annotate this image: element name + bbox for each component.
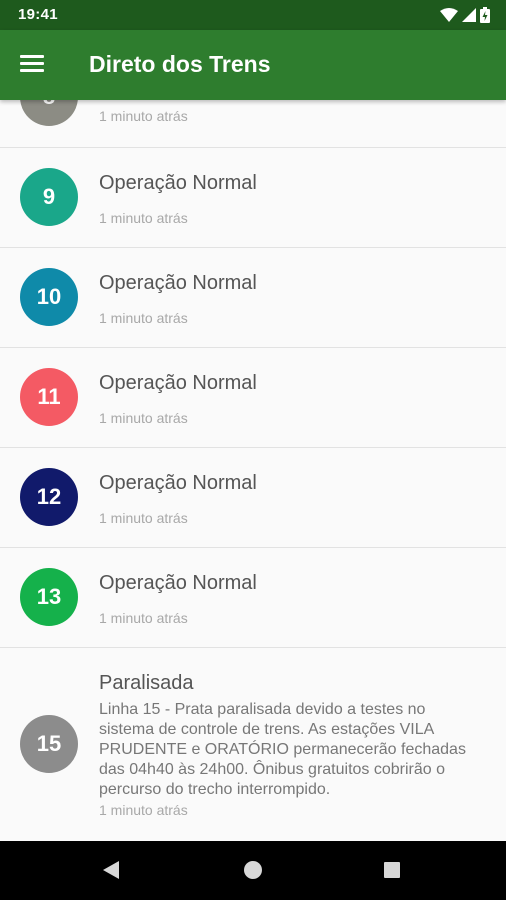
signal-icon: [462, 8, 476, 22]
train-status-list[interactable]: 8 1 minuto atrás 9 Operação Normal 1 min…: [0, 100, 506, 841]
status-icons: [440, 7, 490, 23]
status-time: 19:41: [18, 6, 58, 23]
update-time: 1 minuto atrás: [99, 410, 188, 426]
line-badge: 15: [20, 715, 78, 773]
status-title: Paralisada: [99, 672, 194, 694]
line-badge: 9: [20, 168, 78, 226]
status-description: Linha 15 - Prata paralisada devido a tes…: [99, 701, 466, 798]
list-item-line-11[interactable]: 11 Operação Normal 1 minuto atrás: [0, 348, 506, 448]
line-badge: 12: [20, 468, 78, 526]
status-title: Operação Normal: [99, 372, 257, 394]
status-bar: 19:41: [0, 0, 506, 30]
wifi-icon: [440, 8, 458, 22]
list-item-line-12[interactable]: 12 Operação Normal 1 minuto atrás: [0, 448, 506, 548]
line-badge: 11: [20, 368, 78, 426]
line-badge: 13: [20, 568, 78, 626]
update-time: 1 minuto atrás: [99, 310, 188, 326]
back-icon[interactable]: [103, 861, 119, 879]
app-title: Direto dos Trens: [89, 51, 271, 77]
line-badge: 10: [20, 268, 78, 326]
update-time: 1 minuto atrás: [99, 802, 188, 818]
list-item-line-15[interactable]: 15 Paralisada Linha 15 - Prata paralisad…: [0, 648, 506, 841]
list-item-line-13[interactable]: 13 Operação Normal 1 minuto atrás: [0, 548, 506, 648]
menu-icon[interactable]: [20, 52, 50, 78]
home-icon[interactable]: [244, 861, 262, 879]
status-title: Operação Normal: [99, 572, 257, 594]
status-title: Operação Normal: [99, 472, 257, 494]
list-item-line-9[interactable]: 9 Operação Normal 1 minuto atrás: [0, 148, 506, 248]
app-bar: Direto dos Trens: [0, 30, 506, 100]
update-time: 1 minuto atrás: [99, 510, 188, 526]
list-item-line-10[interactable]: 10 Operação Normal 1 minuto atrás: [0, 248, 506, 348]
navigation-bar: [0, 841, 506, 900]
update-time: 1 minuto atrás: [99, 108, 188, 124]
list-item-line-8[interactable]: 8 1 minuto atrás: [0, 100, 506, 148]
recents-icon[interactable]: [384, 862, 400, 878]
line-badge: 8: [20, 100, 78, 126]
update-time: 1 minuto atrás: [99, 210, 188, 226]
status-title: Operação Normal: [99, 172, 257, 194]
battery-icon: [480, 7, 490, 23]
update-time: 1 minuto atrás: [99, 610, 188, 626]
status-title: Operação Normal: [99, 272, 257, 294]
